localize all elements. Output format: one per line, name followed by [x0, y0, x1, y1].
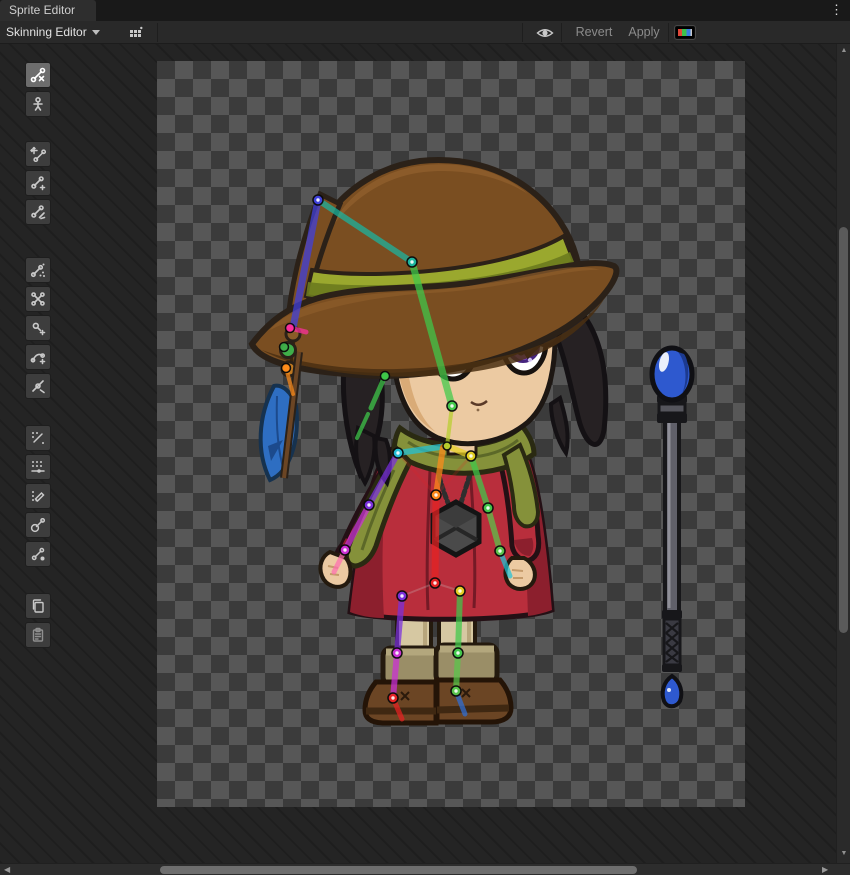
visibility-eye-icon[interactable]	[536, 24, 554, 41]
toolbar: Skinning Editor Revert Apply	[0, 21, 850, 44]
tab-sprite-editor[interactable]: Sprite Editor	[0, 0, 96, 21]
copy-button[interactable]	[25, 593, 51, 619]
horizontal-scrollbar[interactable]: ◀ ▶	[0, 863, 850, 875]
bone-influence-button[interactable]	[25, 512, 51, 538]
create-bone-button[interactable]	[25, 170, 51, 196]
scroll-right-icon[interactable]: ▶	[822, 865, 828, 875]
weight-brush-button[interactable]	[25, 483, 51, 509]
create-edge-button[interactable]	[25, 344, 51, 370]
skinning-canvas[interactable]	[0, 44, 836, 863]
edit-bone-button[interactable]	[25, 141, 51, 167]
scroll-down-icon[interactable]: ▼	[837, 850, 850, 858]
separator	[522, 23, 523, 42]
separator	[668, 23, 669, 42]
weight-slider-button[interactable]	[25, 454, 51, 480]
sprite-transparency-checker	[157, 61, 745, 807]
split-bone-button[interactable]	[25, 199, 51, 225]
paste-button[interactable]	[25, 622, 51, 648]
chevron-down-icon	[92, 30, 100, 35]
kebab-menu-icon[interactable]: ⋮	[830, 0, 843, 21]
rgb-bar	[678, 29, 692, 36]
sprite-sheet-icon[interactable]	[127, 24, 145, 41]
auto-weights-button[interactable]	[25, 425, 51, 451]
vertical-scrollbar-thumb[interactable]	[839, 227, 848, 633]
vertical-scrollbar[interactable]: ▲ ▼	[836, 44, 850, 863]
auto-geometry-button[interactable]	[25, 257, 51, 283]
color-swatch-icon[interactable]	[675, 26, 695, 39]
mode-dropdown-label: Skinning Editor	[6, 25, 87, 39]
scroll-up-icon[interactable]: ▲	[837, 47, 850, 55]
create-vertex-button[interactable]	[25, 315, 51, 341]
apply-button[interactable]: Apply	[622, 21, 666, 44]
reset-pose-button[interactable]	[25, 62, 51, 88]
sprite-influence-button[interactable]	[25, 541, 51, 567]
revert-button[interactable]: Revert	[568, 21, 620, 44]
edit-geometry-button[interactable]	[25, 286, 51, 312]
separator	[561, 23, 562, 42]
split-edge-button[interactable]	[25, 373, 51, 399]
scroll-left-icon[interactable]: ◀	[4, 865, 10, 875]
tab-bar: Sprite Editor ⋮	[0, 0, 850, 21]
separator	[157, 23, 158, 42]
toggle-view-mode-button[interactable]	[25, 91, 51, 117]
mode-dropdown[interactable]: Skinning Editor	[6, 21, 100, 44]
horizontal-scrollbar-thumb[interactable]	[160, 866, 637, 874]
